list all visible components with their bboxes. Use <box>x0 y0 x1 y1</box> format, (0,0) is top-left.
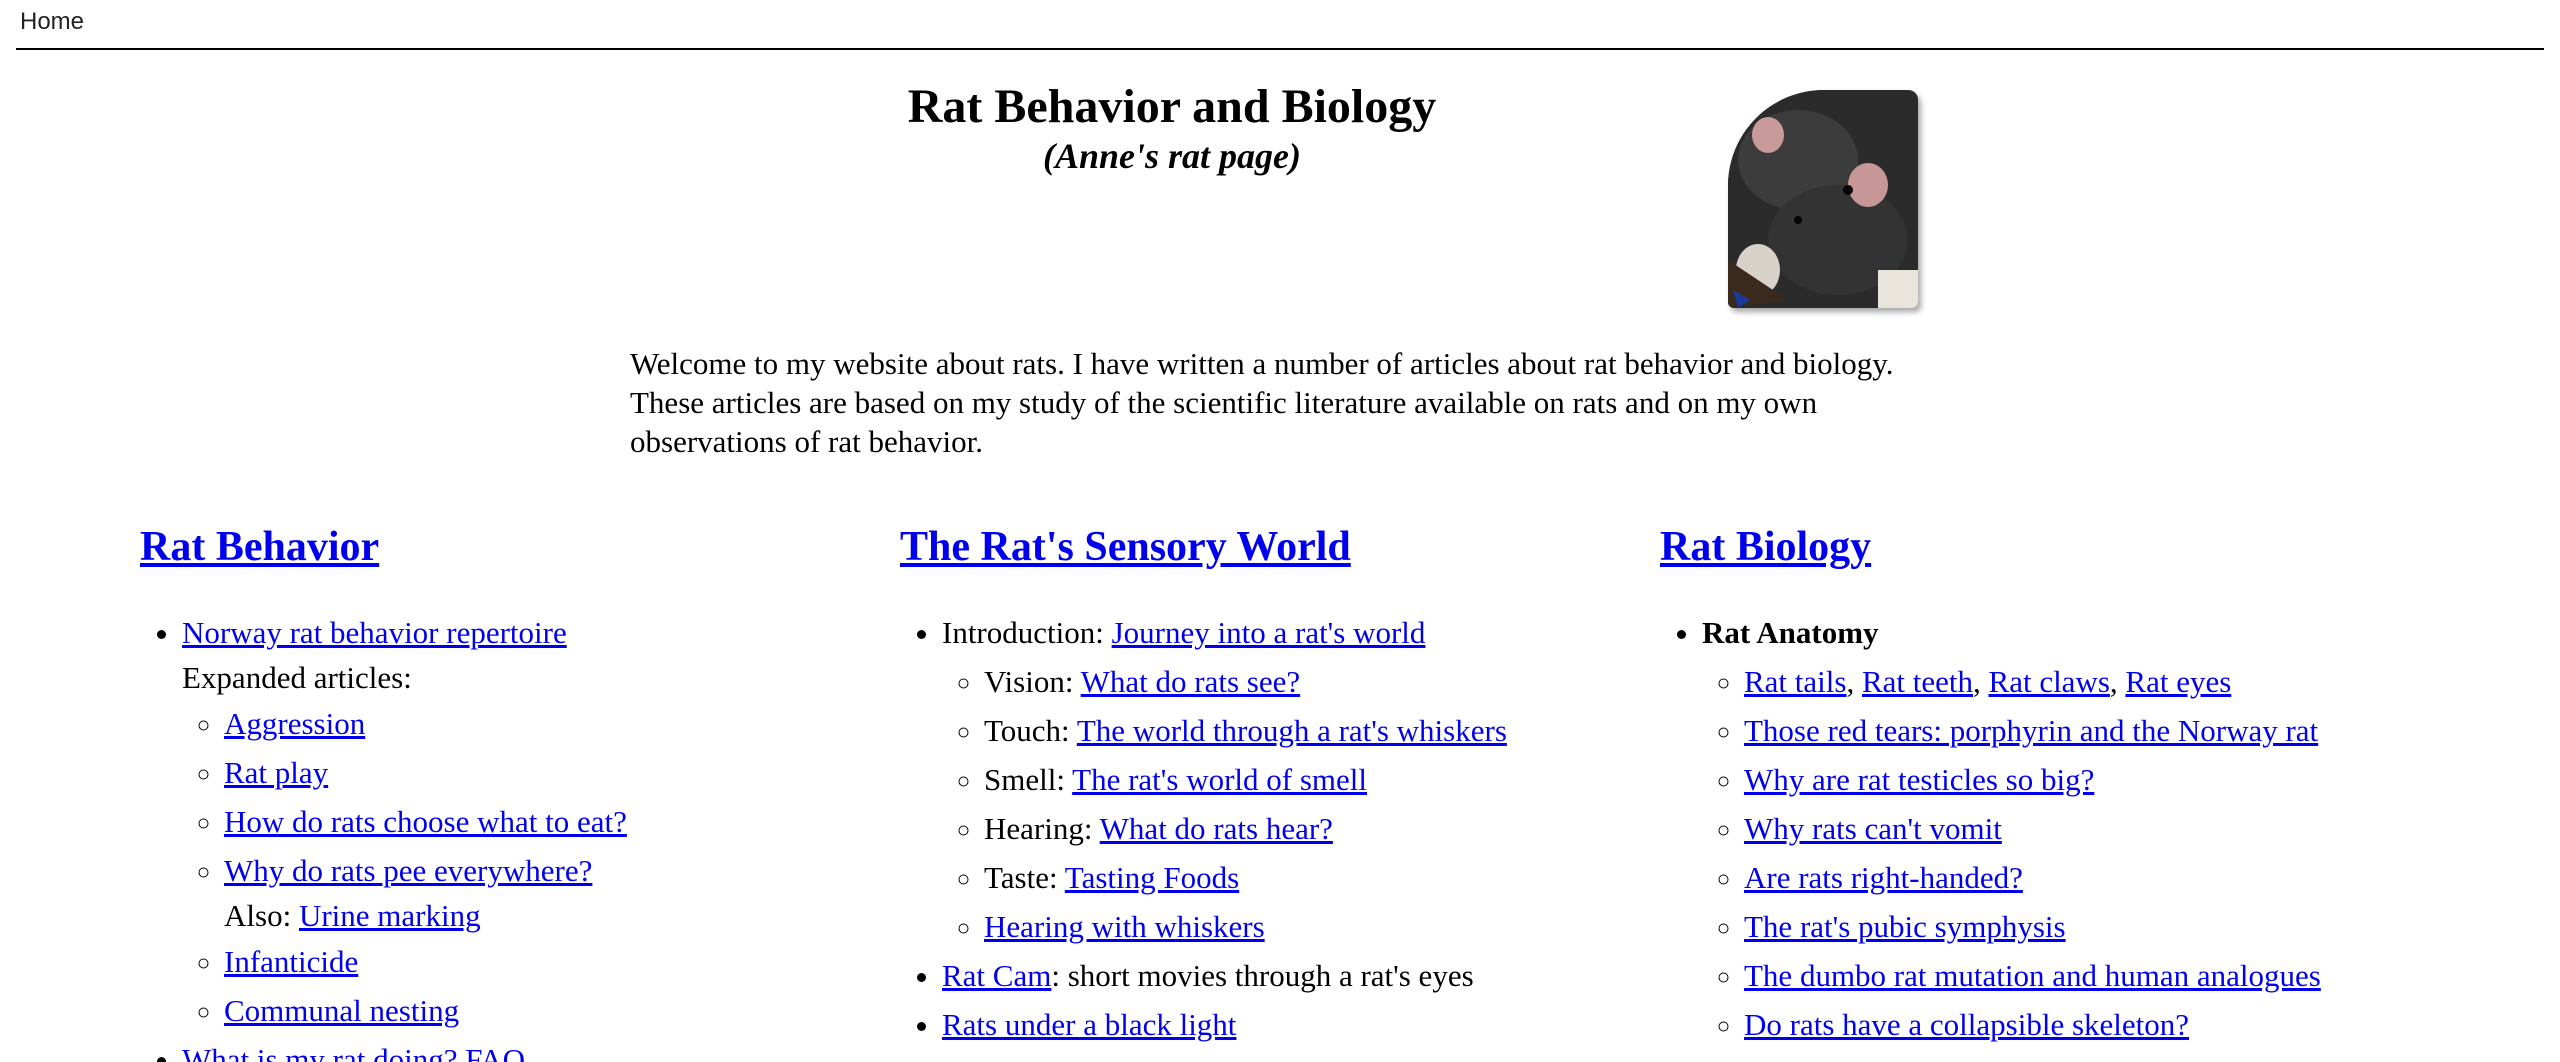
taste-label: Taste: <box>984 860 1058 895</box>
biology-heading-link[interactable]: Rat Biology <box>1660 524 1871 570</box>
rat-claws-link[interactable]: Rat claws <box>1989 664 2110 699</box>
faq-link[interactable]: What is my rat doing? FAQ <box>182 1042 525 1062</box>
list-item: Why are rat testicles so big? <box>1744 755 2400 804</box>
anatomy-sublist: Rat tails, Rat teeth, Rat claws, Rat eye… <box>1702 657 2400 1049</box>
list-item: Rat Anatomy Rat tails, Rat teeth, Rat cl… <box>1702 608 2400 1049</box>
vision-label: Vision: <box>984 664 1074 699</box>
hearing-label: Hearing: <box>984 811 1093 846</box>
list-item: Taste: Tasting Foods <box>984 853 1640 902</box>
aggression-link[interactable]: Aggression <box>224 706 365 741</box>
smell-label: Smell: <box>984 762 1065 797</box>
list-item: Why rats can't vomit <box>1744 804 2400 853</box>
home-link[interactable]: Home <box>20 8 84 36</box>
vision-link[interactable]: What do rats see? <box>1081 664 1300 699</box>
whisker-hearing-link[interactable]: Hearing with whiskers <box>984 909 1265 944</box>
list-item: Are rats right-handed? <box>1744 853 2400 902</box>
list-item: Do rats have a collapsible skeleton? <box>1744 1000 2400 1049</box>
also-label: Also: <box>224 898 292 933</box>
rat-teeth-link[interactable]: Rat teeth <box>1862 664 1973 699</box>
smell-link[interactable]: The rat's world of smell <box>1072 762 1367 797</box>
list-item: Norway rat behavior repertoire Expanded … <box>182 608 880 1035</box>
rat-cam-link[interactable]: Rat Cam <box>942 958 1051 993</box>
touch-link[interactable]: The world through a rat's whiskers <box>1077 713 1507 748</box>
rat-cam-description: : short movies through a rat's eyes <box>1051 958 1474 993</box>
rat-photo <box>1728 90 1918 308</box>
behavior-list: Norway rat behavior repertoire Expanded … <box>140 608 880 1062</box>
sensory-heading: The Rat's Sensory World <box>900 520 1640 574</box>
list-item: Touch: The world through a rat's whisker… <box>984 706 1640 755</box>
page-title: Rat Behavior and Biology <box>907 80 1437 133</box>
list-item: Infanticide <box>224 937 880 986</box>
expanded-label: Expanded articles: <box>182 660 412 695</box>
list-item: Rat Cam: short movies through a rat's ey… <box>942 951 1640 1000</box>
list-item: Why do rats pee everywhere? Also: Urine … <box>224 846 880 937</box>
page-subtitle: (Anne's rat page) <box>1042 136 1301 176</box>
repertoire-link[interactable]: Norway rat behavior repertoire <box>182 615 567 650</box>
right-handed-link[interactable]: Are rats right-handed? <box>1744 860 2023 895</box>
separator: , <box>1846 664 1855 699</box>
collapsible-skeleton-link[interactable]: Do rats have a collapsible skeleton? <box>1744 1007 2189 1042</box>
biology-heading: Rat Biology <box>1660 520 2400 574</box>
sensory-list: Introduction: Journey into a rat's world… <box>900 608 1640 1049</box>
behavior-heading: Rat Behavior <box>140 520 880 574</box>
separator: , <box>2109 664 2118 699</box>
rat-tails-link[interactable]: Rat tails <box>1744 664 1846 699</box>
behavior-heading-link[interactable]: Rat Behavior <box>140 524 379 570</box>
introduction-label: Introduction: <box>942 615 1104 650</box>
touch-label: Touch: <box>984 713 1070 748</box>
rat-play-link[interactable]: Rat play <box>224 755 328 790</box>
journey-link[interactable]: Journey into a rat's world <box>1112 615 1426 650</box>
list-item: How do rats choose what to eat? <box>224 797 880 846</box>
list-item: Rat play <box>224 748 880 797</box>
communal-nesting-link[interactable]: Communal nesting <box>224 993 459 1028</box>
list-item: Aggression <box>224 699 880 748</box>
list-item: Vision: What do rats see? <box>984 657 1640 706</box>
rat-eyes-link[interactable]: Rat eyes <box>2125 664 2231 699</box>
list-item: Communal nesting <box>224 986 880 1035</box>
anatomy-label: Rat Anatomy <box>1702 615 1879 650</box>
also-line: Also: Urine marking <box>224 895 880 937</box>
list-item: Introduction: Journey into a rat's world… <box>942 608 1640 951</box>
red-tears-link[interactable]: Those red tears: porphyrin and the Norwa… <box>1744 713 2318 748</box>
list-item: Those red tears: porphyrin and the Norwa… <box>1744 706 2400 755</box>
urine-marking-link[interactable]: Urine marking <box>299 898 481 933</box>
vomit-link[interactable]: Why rats can't vomit <box>1744 811 2002 846</box>
testicles-link[interactable]: Why are rat testicles so big? <box>1744 762 2094 797</box>
list-item: Hearing with whiskers <box>984 902 1640 951</box>
intro-paragraph: Welcome to my website about rats. I have… <box>630 346 1894 459</box>
black-light-link[interactable]: Rats under a black light <box>942 1007 1236 1042</box>
separator: , <box>1973 664 1981 699</box>
sensory-column: The Rat's Sensory World Introduction: Jo… <box>900 520 1640 1049</box>
biology-column: Rat Biology Rat Anatomy Rat tails, Rat t… <box>1660 520 2400 1049</box>
infanticide-link[interactable]: Infanticide <box>224 944 358 979</box>
list-item: The rat's pubic symphysis <box>1744 902 2400 951</box>
choose-food-link[interactable]: How do rats choose what to eat? <box>224 804 627 839</box>
taste-link[interactable]: Tasting Foods <box>1065 860 1239 895</box>
dumbo-mutation-link[interactable]: The dumbo rat mutation and human analogu… <box>1744 958 2321 993</box>
biology-list: Rat Anatomy Rat tails, Rat teeth, Rat cl… <box>1660 608 2400 1049</box>
pubic-symphysis-link[interactable]: The rat's pubic symphysis <box>1744 909 2066 944</box>
senses-sublist: Vision: What do rats see? Touch: The wor… <box>942 657 1640 951</box>
behavior-column: Rat Behavior Norway rat behavior reperto… <box>140 520 880 1062</box>
pee-everywhere-link[interactable]: Why do rats pee everywhere? <box>224 853 592 888</box>
page-header: Rat Behavior and Biology (Anne's rat pag… <box>800 78 1544 176</box>
list-item: The dumbo rat mutation and human analogu… <box>1744 951 2400 1000</box>
sensory-heading-link[interactable]: The Rat's Sensory World <box>900 524 1351 570</box>
top-nav: Home <box>16 0 2544 50</box>
hearing-link[interactable]: What do rats hear? <box>1100 811 1333 846</box>
list-item: Rats under a black light <box>942 1000 1640 1049</box>
list-item: What is my rat doing? FAQ <box>182 1035 880 1062</box>
expanded-sublist: Aggression Rat play How do rats choose w… <box>182 699 880 1035</box>
list-item: Rat tails, Rat teeth, Rat claws, Rat eye… <box>1744 657 2400 706</box>
list-item: Smell: The rat's world of smell <box>984 755 1640 804</box>
list-item: Hearing: What do rats hear? <box>984 804 1640 853</box>
